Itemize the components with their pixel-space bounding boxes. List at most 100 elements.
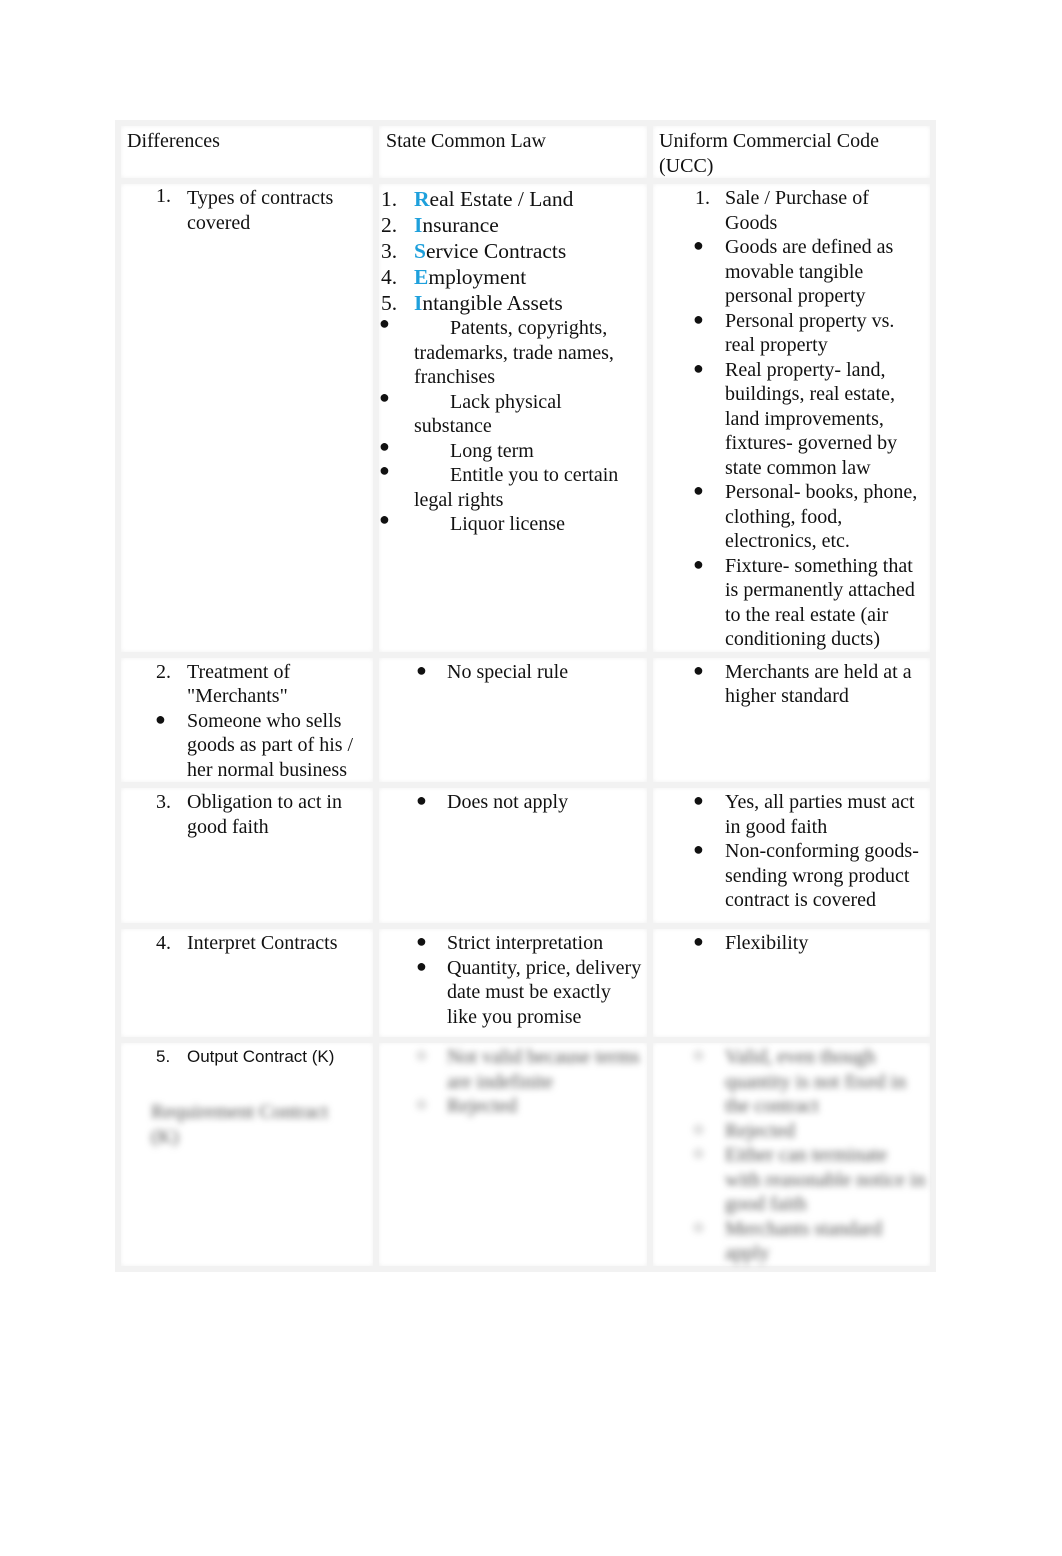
list-item: ● Quantity, price, delivery date must be … [416, 955, 642, 1028]
common-law-cell: ● Strict interpretation ● Quantity, price,… [373, 923, 653, 1043]
difference-item: 2. Treatment of "Merchants" [156, 660, 291, 708]
list-item: ○ Rejected [416, 1094, 517, 1117]
list-item: ○ Either can terminate with reasonable no… [693, 1143, 926, 1215]
list-item: ● Someone who sells goods as part of his … [155, 708, 354, 781]
bullet-icon: ○ [693, 1216, 704, 1237]
common-law-list: ● No special rule [379, 658, 647, 685]
obscured-text: Requirement Contract (K) [151, 1100, 329, 1148]
bullet-icon: ● [416, 659, 427, 680]
header-cell-state-common-law: State Common Law [373, 120, 653, 184]
list-item: ● Long term [379, 435, 534, 462]
list-item: ○ Valid, even though quantity is not fixe… [693, 1045, 907, 1117]
table-header-row: Differences State Common Law Uniform Com… [115, 120, 936, 184]
bullet-icon: ● [693, 480, 704, 500]
bullet-icon: ● [379, 313, 390, 333]
common-law-cell: ● Does not apply [373, 782, 653, 929]
bullet-icon: ○ [416, 1045, 427, 1065]
common-law-cell: ● No special rule [373, 651, 653, 788]
bullet-icon: ○ [693, 1118, 704, 1139]
table-row: 4. Interpret Contracts ● Strict interpreta… [115, 923, 936, 1043]
bullet-icon: ● [693, 357, 704, 378]
difference-cell: 1. Types of contracts covered [115, 178, 379, 658]
ucc-list: ● Yes, all parties must act in good faith… [653, 788, 930, 913]
difference-list: 5. Output Contract (K) Requirement Contra… [121, 1043, 373, 1150]
bullet-icon: ○ [416, 1094, 427, 1114]
ucc-cell: ● Merchants are held at a higher standard [647, 651, 936, 788]
table-row: 1. Types of contracts covered 1. Real Est… [115, 178, 936, 658]
list-item: ● Strict interpretation [416, 931, 604, 954]
document-page: Differences State Common Law Uniform Com… [0, 0, 1062, 1556]
list-item: ● Patents, copyrights, trademarks, trade … [379, 313, 614, 388]
list-item: ● Merchants are held at a higher standard [693, 659, 912, 708]
common-law-list: ● Does not apply [379, 788, 647, 815]
list-item: 1. Sale / Purchase of Goods [695, 187, 869, 234]
obscured-ucc-list: ○ Valid, even though quantity is not fixe… [653, 1043, 930, 1266]
list-item: ○ Merchants standard apply [693, 1216, 883, 1265]
bullet-icon: ○ [693, 1143, 704, 1163]
list-item: ● No special rule [416, 659, 569, 683]
list-item: ● Real property- land, buildings, real es… [693, 357, 898, 479]
list-item: ● Fixture- something that is permanently … [693, 553, 915, 651]
list-item: 1. Real Estate / Land [381, 187, 574, 211]
bullet-icon: ● [379, 509, 390, 529]
bullet-icon: ● [379, 460, 390, 480]
bullet-icon: ● [416, 955, 427, 976]
bullet-icon: ● [155, 708, 166, 729]
list-item: ○ Rejected [693, 1118, 795, 1142]
bullet-icon: ● [693, 931, 704, 951]
bullet-icon: ● [379, 386, 390, 407]
bullet-icon: ● [693, 839, 704, 859]
list-item: ● Lack physical substance [379, 386, 562, 438]
common-law-cell: 1. Real Estate / Land 2. Insurance 3. Servi… [373, 178, 653, 658]
ucc-cell: ● Yes, all parties must act in good faith… [647, 782, 936, 929]
table-row: 3. Obligation to act in good faith ● Does … [115, 782, 936, 929]
ucc-list: ● Flexibility [653, 929, 930, 956]
common-law-cell: ○ Not valid because terms are indefinite … [373, 1037, 653, 1272]
ucc-cell: 1. Sale / Purchase of Goods ● Goods are de… [647, 178, 936, 658]
difference-list: 4. Interpret Contracts [121, 929, 373, 956]
list-item: ● Liquor license [379, 509, 565, 535]
difference-list: 3. Obligation to act in good faith [121, 788, 373, 839]
list-item: ● Goods are defined as movable tangible p… [693, 235, 894, 307]
difference-cell: 4. Interpret Contracts [115, 923, 379, 1043]
ucc-list: ● Merchants are held at a higher standard [653, 658, 930, 709]
list-item: ● Yes, all parties must act in good faith [693, 790, 915, 838]
obscured-common-law-list: ○ Not valid because terms are indefinite … [379, 1043, 647, 1119]
rise-list: 1. Real Estate / Land 2. Insurance 3. Servi… [379, 184, 647, 537]
bullet-icon: ● [693, 659, 704, 680]
bullet-icon: ● [693, 553, 704, 574]
difference-item: 4. Interpret Contracts [156, 932, 338, 954]
bullet-icon: ● [379, 435, 390, 456]
difference-item: 1. Types of contracts covered [156, 185, 334, 234]
list-item: 2. Insurance [381, 213, 499, 237]
difference-item: 5. Output Contract (K) [156, 1047, 335, 1066]
list-item: ● Non-conforming goods- sending wrong pro… [693, 839, 919, 911]
ucc-list: 1. Sale / Purchase of Goods ● Goods are de… [653, 184, 930, 652]
table-row: 5. Output Contract (K) Requirement Contra… [115, 1037, 936, 1272]
bullet-icon: ● [416, 790, 427, 810]
bullet-icon: ● [416, 931, 427, 951]
list-item: 4. Employment [381, 265, 527, 289]
difference-cell: 2. Treatment of "Merchants" ● Someone who … [115, 651, 379, 788]
list-item: ● Flexibility [693, 931, 809, 954]
header-cell-ucc: Uniform Commercial Code (UCC) [647, 120, 936, 184]
comparison-table: Differences State Common Law Uniform Com… [115, 120, 936, 1272]
list-item: ● Personal- books, phone, clothing, food,… [693, 480, 918, 552]
ucc-cell: ○ Valid, even though quantity is not fixe… [647, 1037, 936, 1272]
difference-cell: 3. Obligation to act in good faith [115, 782, 379, 929]
difference-item: 3. Obligation to act in good faith [156, 791, 342, 838]
list-item: 3. Service Contracts [381, 239, 567, 263]
list-item: ● Entitle you to certain legal rights [379, 460, 619, 511]
bullet-icon: ● [693, 308, 704, 329]
list-item: ● Personal property vs. real property [693, 308, 895, 357]
ucc-cell: ● Flexibility [647, 923, 936, 1043]
bullet-icon: ● [693, 790, 704, 810]
bullet-icon: ○ [693, 1045, 704, 1065]
list-item: 5. Intangible Assets [381, 291, 563, 315]
difference-list: 2. Treatment of "Merchants" ● Someone who … [121, 658, 373, 783]
list-item: ● Does not apply [416, 790, 569, 813]
common-law-list: ● Strict interpretation ● Quantity, price,… [379, 929, 647, 1029]
difference-cell: 5. Output Contract (K) Requirement Contra… [115, 1037, 379, 1272]
header-cell-differences: Differences [115, 120, 379, 184]
table-row: 2. Treatment of "Merchants" ● Someone who … [115, 651, 936, 788]
